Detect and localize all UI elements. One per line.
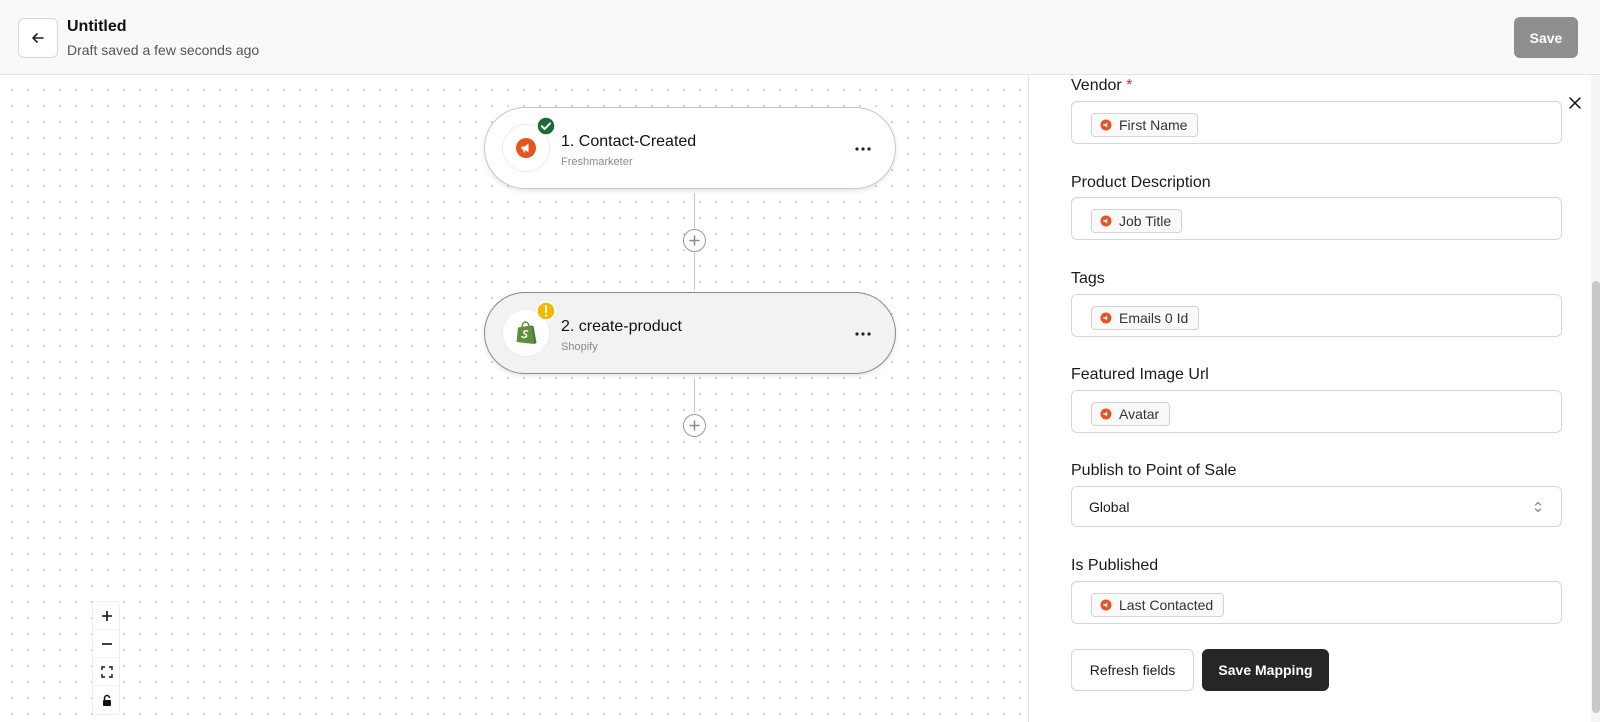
plus-icon: [689, 420, 700, 431]
save-button[interactable]: Save: [1514, 17, 1578, 58]
node-app-name: Freshmarketer: [561, 156, 633, 168]
shopify-icon: [516, 321, 537, 344]
field-label-is-published: Is Published: [1071, 557, 1159, 574]
workflow-node-trigger[interactable]: 1. Contact-Created Freshmarketer: [484, 107, 896, 189]
workflow-canvas[interactable]: 1. Contact-Created Freshmarketer 2. crea…: [0, 76, 1027, 722]
add-step-button[interactable]: [683, 414, 706, 437]
freshmarketer-icon: [1100, 408, 1112, 420]
arrow-left-icon: [32, 33, 44, 43]
success-check-icon: [536, 116, 556, 136]
zoom-in-icon: [102, 610, 112, 621]
warning-icon: [536, 301, 556, 321]
zoom-out-button[interactable]: [93, 630, 121, 658]
freshmarketer-icon: [1100, 312, 1112, 324]
more-horizontal-icon: [855, 332, 871, 336]
chip-label: First Name: [1119, 117, 1188, 133]
required-asterisk: *: [1126, 77, 1133, 94]
zoom-in-button[interactable]: [93, 602, 121, 630]
field-label-featured-image-url: Featured Image Url: [1071, 366, 1209, 383]
node-title: 2. create-product: [561, 318, 682, 335]
fit-view-icon: [101, 665, 113, 678]
field-label-text: Vendor: [1071, 77, 1122, 94]
tags-input[interactable]: Emails 0 Id: [1071, 294, 1562, 337]
field-mapping-panel: Vendor * First Name Product Description …: [1028, 76, 1600, 722]
chip-label: Emails 0 Id: [1119, 310, 1189, 326]
freshmarketer-icon: [516, 138, 536, 158]
node-app-name: Shopify: [561, 341, 598, 353]
chip-label: Last Contacted: [1119, 597, 1214, 613]
field-label-product-description: Product Description: [1071, 174, 1211, 191]
mapped-field-chip[interactable]: Job Title: [1091, 209, 1183, 233]
add-step-button[interactable]: [683, 229, 706, 252]
node-more-menu-button[interactable]: [851, 324, 875, 344]
draft-status: Draft saved a few seconds ago: [67, 42, 260, 58]
chip-label: Job Title: [1119, 213, 1172, 229]
connector-line: [694, 378, 695, 413]
field-label-vendor: Vendor *: [1071, 77, 1132, 95]
more-horizontal-icon: [855, 147, 871, 151]
workflow-node-action[interactable]: 2. create-product Shopify: [484, 292, 896, 374]
node-title: 1. Contact-Created: [561, 133, 697, 150]
lock-canvas-button[interactable]: [93, 686, 121, 714]
connector-line: [694, 193, 695, 228]
connector-line: [694, 253, 695, 290]
close-icon: [1569, 97, 1581, 109]
vendor-input[interactable]: First Name: [1071, 101, 1562, 144]
freshmarketer-icon: [1100, 599, 1112, 611]
back-button[interactable]: [18, 18, 58, 58]
node-more-menu-button[interactable]: [851, 139, 875, 159]
workflow-title[interactable]: Untitled: [67, 18, 127, 36]
save-mapping-button[interactable]: Save Mapping: [1202, 649, 1329, 691]
fit-view-button[interactable]: [93, 658, 121, 686]
close-panel-button[interactable]: [1564, 92, 1586, 114]
freshmarketer-icon: [1100, 119, 1112, 131]
top-bar: Untitled Draft saved a few seconds ago S…: [0, 0, 1600, 75]
mapped-field-chip[interactable]: Avatar: [1091, 402, 1171, 426]
mapped-field-chip[interactable]: First Name: [1091, 113, 1199, 137]
plus-icon: [689, 235, 700, 246]
field-label-publish-to-pos: Publish to Point of Sale: [1071, 462, 1237, 479]
chevron-up-down-icon: [1534, 501, 1542, 513]
freshmarketer-icon: [1100, 215, 1112, 227]
publish-to-pos-select[interactable]: Global: [1071, 486, 1562, 527]
field-label-tags: Tags: [1071, 270, 1105, 287]
select-value: Global: [1089, 499, 1130, 515]
featured-image-url-input[interactable]: Avatar: [1071, 390, 1562, 433]
canvas-controls: [92, 601, 121, 715]
is-published-input[interactable]: Last Contacted: [1071, 581, 1562, 624]
lock-icon: [103, 694, 111, 706]
chip-label: Avatar: [1119, 406, 1160, 422]
refresh-fields-button[interactable]: Refresh fields: [1071, 649, 1194, 691]
product-description-input[interactable]: Job Title: [1071, 197, 1562, 240]
mapped-field-chip[interactable]: Last Contacted: [1091, 593, 1225, 617]
mapped-field-chip[interactable]: Emails 0 Id: [1091, 306, 1200, 330]
panel-scrollbar-thumb[interactable]: [1592, 281, 1600, 713]
zoom-out-icon: [102, 642, 112, 645]
